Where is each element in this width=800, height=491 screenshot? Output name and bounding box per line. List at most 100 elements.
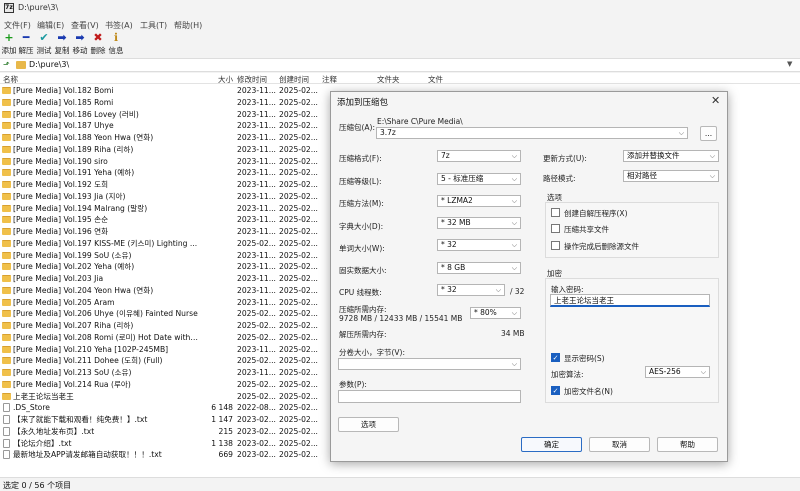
file-created: 2025-02...	[279, 133, 318, 142]
file-created: 2025-02...	[279, 309, 318, 319]
up-folder-icon[interactable]: ⬏	[3, 60, 10, 69]
file-modified: 2023-02...	[237, 415, 276, 424]
file-name: .DS_Store	[13, 403, 50, 413]
memory-value: 9728 MB / 12433 MB / 15541 MB	[339, 314, 463, 323]
encryption-method-combo[interactable]: AES-256 ⌵	[645, 366, 710, 378]
file-created: 2025-02...	[279, 180, 318, 189]
file-icon	[3, 438, 10, 448]
file-name: [Pure Media] Vol.185 Romi	[13, 97, 114, 107]
chevron-down-icon: ⌵	[511, 197, 517, 205]
menu-edit[interactable]: 编辑(E)	[37, 20, 64, 31]
address-bar: ⬏ D:\pure\3\ ▼	[0, 58, 800, 72]
encrypt-names-label: 加密文件名(N)	[564, 387, 613, 396]
folder-icon	[2, 157, 11, 165]
address-path[interactable]: D:\pure\3\	[29, 60, 69, 69]
password-input[interactable]: 上老王论坛当老王	[550, 294, 710, 307]
info-button[interactable]: ℹ 信息	[105, 32, 127, 56]
file-modified: 2023-02...	[237, 450, 276, 460]
folder-icon	[2, 251, 11, 259]
help-button[interactable]: 帮助	[657, 437, 718, 452]
file-size: 1 147	[211, 415, 233, 424]
info-icon: ℹ	[113, 31, 119, 44]
file-modified: 2023-11...	[237, 168, 276, 178]
file-modified: 2023-11...	[237, 86, 276, 95]
path-mode-label: 路径模式:	[543, 174, 576, 183]
column-modified[interactable]: 修改时间	[237, 74, 267, 85]
column-size[interactable]: 大小	[218, 74, 233, 85]
file-created: 2025-02...	[279, 426, 318, 436]
method-combo[interactable]: * LZMA2 ⌵	[437, 195, 521, 207]
file-name: [Pure Media] Vol.190 siro	[13, 156, 108, 166]
file-icon	[3, 415, 10, 424]
folder-icon	[2, 392, 11, 400]
column-created[interactable]: 创建时间	[279, 74, 309, 85]
update-mode-combo[interactable]: 添加并替换文件 ⌵	[623, 150, 719, 162]
word-size-combo[interactable]: * 32 ⌵	[437, 239, 521, 251]
file-created: 2025-02...	[279, 438, 318, 448]
params-label: 参数(P):	[339, 380, 367, 389]
status-text: 选定 0 / 56 个项目	[3, 481, 72, 490]
column-name[interactable]: 名称	[3, 74, 18, 85]
file-icon	[3, 403, 10, 413]
browse-button[interactable]: ...	[700, 126, 717, 141]
folder-icon	[2, 87, 11, 94]
format-label: 压缩格式(F):	[339, 154, 382, 163]
file-name: [Pure Media] Vol.189 Riha (리하)	[13, 144, 134, 154]
cpu-threads-max: / 32	[510, 287, 525, 296]
archive-name-combo[interactable]: 3.7z ⌵	[376, 127, 688, 139]
list-header: 名称 大小 修改时间 创建时间 注释 文件夹 文件	[0, 73, 800, 84]
show-password-checkbox[interactable]: ✓	[551, 353, 560, 362]
status-bar: 选定 0 / 56 个项目	[0, 477, 800, 490]
dictionary-combo[interactable]: * 32 MB ⌵	[437, 217, 521, 229]
column-files[interactable]: 文件	[428, 74, 443, 85]
folder-icon	[2, 122, 11, 130]
memory-percent-combo[interactable]: * 80% ⌵	[470, 307, 521, 319]
folder-icon	[2, 169, 11, 177]
column-folders[interactable]: 文件夹	[377, 74, 400, 85]
file-name: [Pure Media] Vol.195 손순	[13, 215, 109, 225]
chevron-down-icon: ⌵	[678, 129, 684, 137]
update-mode-label: 更新方式(U):	[543, 154, 587, 163]
file-modified: 2025-02...	[237, 332, 276, 342]
split-size-combo[interactable]: ⌵	[338, 358, 521, 370]
file-name: [Pure Media] Vol.205 Aram	[13, 297, 115, 307]
file-size: 1 138	[211, 438, 233, 448]
close-icon[interactable]: ✕	[711, 94, 720, 107]
level-combo[interactable]: 5 - 标准压缩 ⌵	[437, 173, 521, 185]
file-name: [Pure Media] Vol.214 Rua (루아)	[13, 379, 131, 389]
cpu-threads-combo[interactable]: * 32 ⌵	[437, 284, 505, 296]
file-size: 6 148	[211, 403, 233, 413]
sfx-checkbox[interactable]	[551, 208, 560, 217]
shared-files-checkbox[interactable]	[551, 224, 560, 233]
ok-button[interactable]: 确定	[521, 437, 582, 452]
format-combo[interactable]: 7z ⌵	[437, 150, 521, 162]
options-button[interactable]: 选项	[338, 417, 399, 432]
file-name: [Pure Media] Vol.206 Uhye (이유혜) Fainted …	[13, 309, 198, 319]
add-to-archive-dialog: 添加到压缩包 ✕ 压缩包(A): E:\Share C\Pure Media\ …	[330, 91, 728, 462]
encrypt-names-checkbox[interactable]: ✓	[551, 386, 560, 395]
delete-after-checkbox[interactable]	[551, 241, 560, 250]
folder-icon	[2, 228, 11, 235]
menu-bookmarks[interactable]: 书签(A)	[105, 20, 133, 31]
file-modified: 2023-11...	[237, 344, 276, 354]
menu-help[interactable]: 帮助(H)	[174, 20, 202, 31]
file-created: 2025-02...	[279, 144, 318, 154]
chevron-down-icon: ⌵	[511, 152, 517, 160]
folder-icon	[16, 61, 26, 69]
solid-size-combo[interactable]: * 8 GB ⌵	[437, 262, 521, 274]
file-modified: 2023-11...	[237, 203, 276, 213]
menu-file[interactable]: 文件(F)	[4, 20, 31, 31]
file-name: [Pure Media] Vol.188 Yeon Hwa (연화)	[13, 133, 154, 142]
menu-view[interactable]: 查看(V)	[71, 20, 99, 31]
archive-dir: E:\Share C\Pure Media\	[377, 117, 463, 126]
path-mode-combo[interactable]: 相对路径 ⌵	[623, 170, 719, 182]
file-modified: 2025-02...	[237, 309, 276, 319]
folder-icon	[2, 333, 11, 341]
menu-tools[interactable]: 工具(T)	[140, 20, 167, 31]
params-input[interactable]	[338, 390, 521, 403]
cancel-button[interactable]: 取消	[589, 437, 650, 452]
file-created: 2025-02...	[279, 321, 318, 330]
folder-icon	[2, 145, 11, 153]
chevron-down-icon[interactable]: ▼	[787, 60, 792, 68]
column-comment[interactable]: 注释	[322, 74, 337, 85]
